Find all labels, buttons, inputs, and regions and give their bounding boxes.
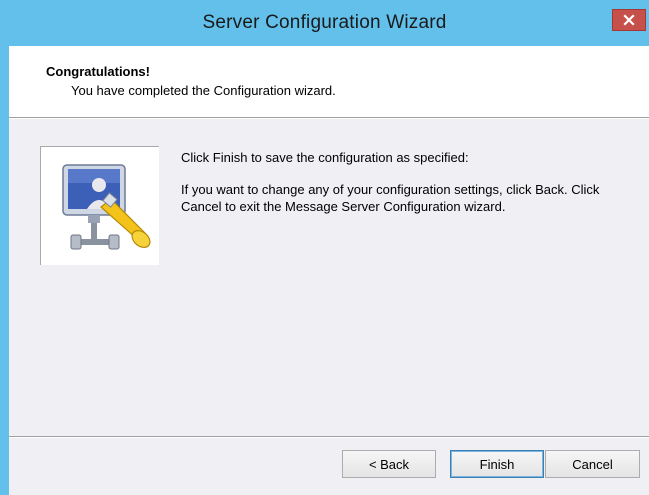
dialog-client-area: Congratulations! You have completed the … [9, 46, 649, 495]
header-title: Congratulations! [46, 64, 150, 79]
wizard-header: Congratulations! You have completed the … [9, 46, 649, 118]
cancel-button[interactable]: Cancel [545, 450, 640, 478]
finish-button[interactable]: Finish [450, 450, 544, 478]
header-divider [9, 118, 649, 119]
monitor-with-network-plug-icon [62, 164, 151, 250]
header-subtitle: You have completed the Configuration wiz… [71, 83, 336, 98]
instruction-text: Click Finish to save the configuration a… [181, 150, 469, 165]
title-bar[interactable]: Server Configuration Wizard [0, 0, 649, 46]
footer-divider-highlight [9, 437, 649, 438]
wizard-window: Server Configuration Wizard Congratulati… [0, 0, 649, 495]
close-button[interactable] [612, 9, 646, 31]
window-border [0, 46, 9, 495]
help-text: If you want to change any of your config… [181, 182, 600, 214]
window-title: Server Configuration Wizard [202, 12, 447, 33]
wizard-image [40, 146, 159, 265]
close-icon [623, 14, 635, 26]
back-button[interactable]: < Back [342, 450, 436, 478]
